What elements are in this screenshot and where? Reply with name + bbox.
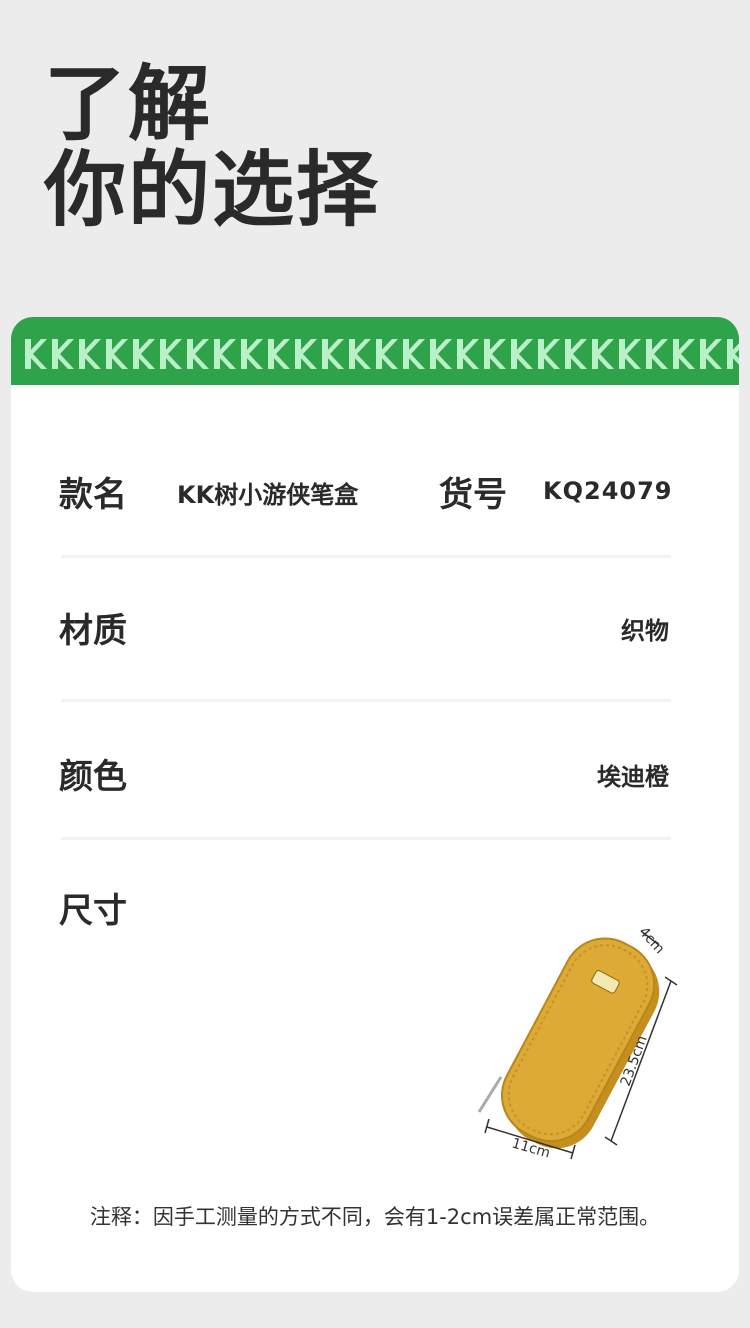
spec-card: 款名 KK树小游侠笔盒 货号 KQ24079 材质 织物 颜色 埃迪橙 尺寸 4… — [11, 317, 739, 1292]
pencil-case-illustration: 4cm 23.5cm 11cm — [477, 924, 678, 1162]
name-label: 款名 — [59, 475, 127, 515]
hero-title-line2: 你的选择 — [44, 143, 381, 238]
material-value: 织物 — [621, 617, 669, 645]
color-label: 颜色 — [59, 757, 127, 797]
sku-value: KQ24079 — [543, 477, 673, 505]
hero-title-line1: 了解 — [44, 57, 213, 152]
spec-card-banner — [11, 317, 739, 385]
name-value: KK树小游侠笔盒 — [177, 481, 359, 509]
color-value: 埃迪橙 — [597, 763, 669, 791]
divider — [61, 555, 671, 558]
zipper-pull — [477, 1076, 503, 1113]
hero-title: 了解 你的选择 — [44, 62, 380, 234]
banner-pattern — [25, 339, 739, 369]
measurement-note: 注释：因手工测量的方式不同，会有1-2cm误差属正常范围。 — [89, 1205, 661, 1229]
material-label: 材质 — [59, 611, 127, 651]
sku-label: 货号 — [439, 475, 507, 515]
divider — [61, 837, 671, 840]
size-label: 尺寸 — [59, 891, 127, 931]
divider — [61, 699, 671, 702]
